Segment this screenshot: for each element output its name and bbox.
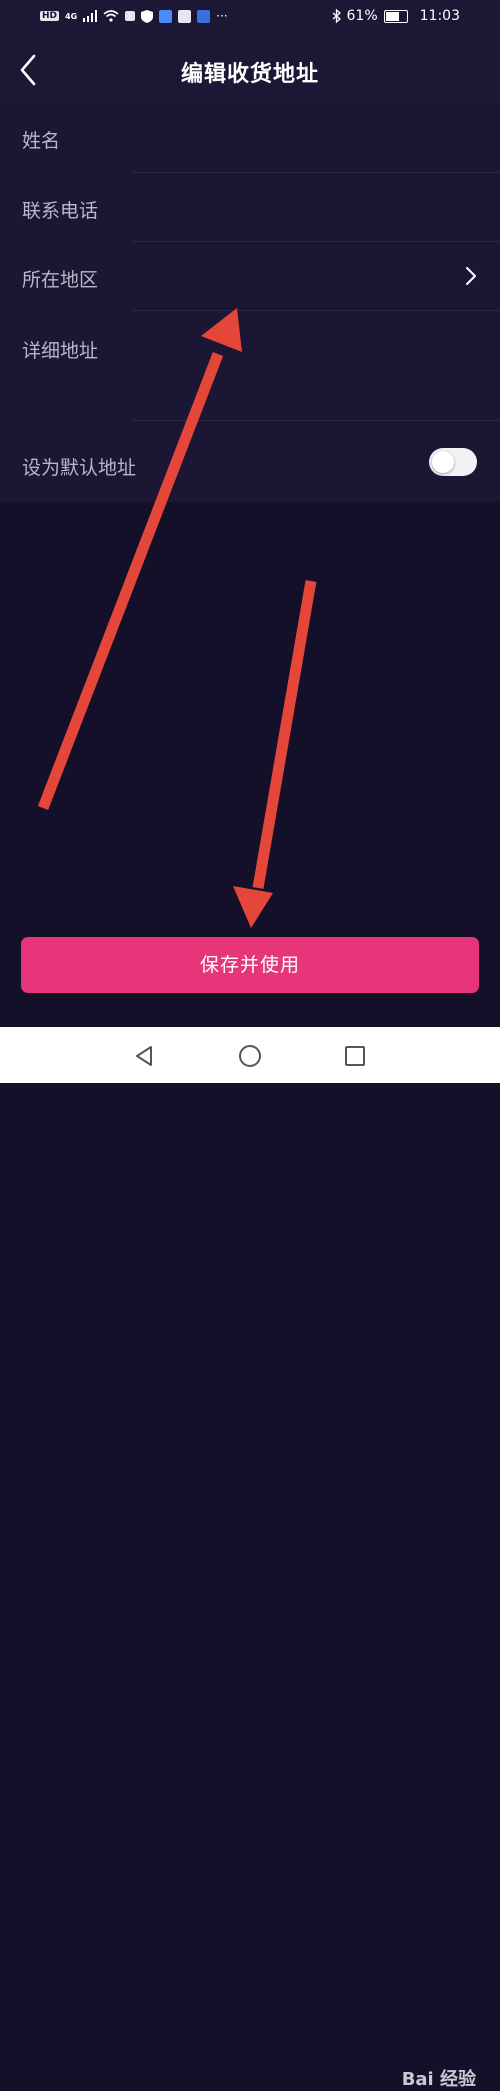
status-right-icons: 61% 11:03 bbox=[332, 8, 460, 24]
signal-icon bbox=[83, 10, 98, 22]
detail-address-label: 详细地址 bbox=[22, 340, 99, 362]
toggle-knob bbox=[432, 451, 454, 473]
battery-icon bbox=[383, 9, 408, 23]
home-circle-icon[interactable] bbox=[235, 1041, 265, 1071]
bluetooth-icon bbox=[332, 9, 341, 23]
region-field[interactable]: 所在地区 bbox=[0, 241, 500, 310]
header: 编辑收货地址 bbox=[0, 36, 500, 102]
page-title: 编辑收货地址 bbox=[180, 62, 319, 87]
default-address-toggle[interactable] bbox=[429, 448, 477, 476]
region-label: 所在地区 bbox=[22, 269, 99, 291]
back-triangle-icon[interactable] bbox=[129, 1041, 159, 1071]
name-field[interactable]: 姓名 bbox=[0, 102, 500, 172]
clock: 11:03 bbox=[419, 8, 460, 24]
shield-icon bbox=[141, 9, 154, 23]
app-icon-blue bbox=[159, 9, 173, 23]
arrow-down-to-save bbox=[233, 580, 317, 928]
phone-field[interactable]: 联系电话 bbox=[0, 172, 500, 241]
default-address-row: 设为默认地址 bbox=[0, 420, 500, 502]
hd-badge: HD bbox=[40, 11, 60, 21]
baidu-watermark: Bai 经验 bbox=[401, 2069, 476, 2090]
address-form: 姓名 联系电话 所在地区 详细地址 设为默认地址 bbox=[0, 102, 500, 502]
status-left-icons: HD 4G ··· bbox=[40, 9, 228, 23]
more-status-indicator: ··· bbox=[216, 9, 228, 23]
battery-percent: 61% bbox=[346, 8, 378, 24]
app-icon-bulb bbox=[197, 9, 211, 23]
network-4g-label: 4G bbox=[65, 11, 78, 21]
detail-address-field[interactable]: 详细地址 bbox=[0, 310, 500, 420]
status-bar: HD 4G ··· 61% 11:03 bbox=[0, 0, 500, 36]
navigation-bar: Bai 经验 bbox=[0, 1027, 500, 2090]
wifi-icon bbox=[103, 10, 119, 22]
default-address-label: 设为默认地址 bbox=[22, 457, 137, 479]
save-and-use-button[interactable]: 保存并使用 bbox=[21, 937, 479, 993]
phone-label: 联系电话 bbox=[22, 200, 99, 222]
name-label: 姓名 bbox=[22, 130, 61, 152]
chevron-right-icon bbox=[466, 267, 476, 285]
alert-icon bbox=[125, 11, 136, 21]
recent-apps-square-icon[interactable] bbox=[340, 1041, 370, 1071]
app-icon-hex bbox=[178, 9, 192, 23]
